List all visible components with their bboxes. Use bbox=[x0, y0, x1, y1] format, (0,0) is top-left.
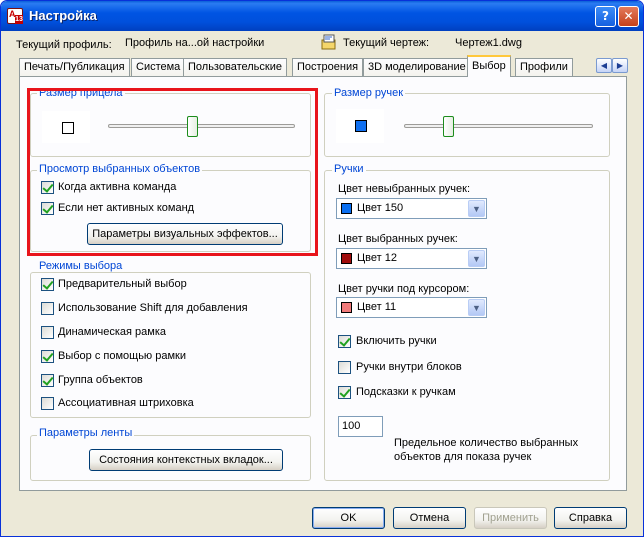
hover-grip-color-value: Цвет 11 bbox=[357, 301, 397, 313]
enable-grips-checkbox[interactable] bbox=[338, 335, 351, 348]
grip-object-limit-label-line2: объектов для показа ручек bbox=[394, 451, 532, 463]
associative-hatch-label: Ассоциативная штриховка bbox=[58, 397, 194, 409]
tab-print-publish[interactable]: Печать/Публикация bbox=[19, 58, 130, 76]
enable-grips-label: Включить ручки bbox=[356, 335, 437, 347]
window-title: Настройка bbox=[29, 8, 97, 23]
grips-in-blocks-checkbox[interactable] bbox=[338, 361, 351, 374]
dropdown-arrow-icon[interactable]: ▼ bbox=[468, 200, 485, 217]
dropdown-arrow-icon[interactable]: ▼ bbox=[468, 250, 485, 267]
contextual-tab-states-button[interactable]: Состояния контекстных вкладок... bbox=[89, 449, 283, 471]
grip-object-limit-input[interactable]: 100 bbox=[338, 416, 383, 437]
noun-verb-selection-label: Предварительный выбор bbox=[58, 278, 187, 290]
implied-windowing-label: Динамическая рамка bbox=[58, 326, 166, 338]
grip-size-slider-thumb[interactable] bbox=[443, 116, 455, 137]
selection-tab-panel: Размер прицела Просмотр выбранных объект… bbox=[19, 76, 627, 491]
selected-grip-color-value: Цвет 12 bbox=[357, 252, 397, 264]
selected-grip-color-dropdown[interactable]: Цвет 12 ▼ bbox=[336, 248, 487, 269]
color-swatch bbox=[341, 253, 352, 264]
hover-grip-color-dropdown[interactable]: Цвет 11 ▼ bbox=[336, 297, 487, 318]
selected-grip-color-label: Цвет выбранных ручек: bbox=[338, 233, 458, 245]
help-button[interactable]: ? bbox=[595, 6, 616, 27]
grip-preview bbox=[336, 109, 384, 143]
unselected-grip-color-dropdown[interactable]: Цвет 150 ▼ bbox=[336, 198, 487, 219]
shift-add-label: Использование Shift для добавления bbox=[58, 302, 248, 314]
title-bar[interactable]: A 13 Настройка ? ✕ bbox=[1, 1, 643, 31]
object-grouping-label: Группа объектов bbox=[58, 374, 143, 386]
autocad-app-icon: A 13 bbox=[7, 8, 23, 24]
shift-add-checkbox[interactable] bbox=[41, 302, 54, 315]
grip-size-title: Размер ручек bbox=[332, 87, 406, 99]
dropdown-arrow-icon[interactable]: ▼ bbox=[468, 299, 485, 316]
hover-grip-color-label: Цвет ручки под курсором: bbox=[338, 283, 470, 295]
apply-button[interactable]: Применить bbox=[474, 507, 547, 529]
grip-tips-label: Подсказки к ручкам bbox=[356, 386, 456, 398]
drawing-value: Чертеж1.dwg bbox=[455, 37, 522, 49]
help-footer-button[interactable]: Справка bbox=[554, 507, 627, 529]
grip-size-slider-track[interactable] bbox=[404, 124, 593, 128]
tab-profiles[interactable]: Профили bbox=[515, 58, 573, 76]
chevron-right-icon[interactable]: ▶ bbox=[612, 58, 628, 73]
ribbon-options-title: Параметры ленты bbox=[37, 427, 135, 439]
implied-windowing-checkbox[interactable] bbox=[41, 326, 54, 339]
grip-object-limit-label-line1: Предельное количество выбранных bbox=[394, 437, 579, 449]
associative-hatch-checkbox[interactable] bbox=[41, 397, 54, 410]
window-selection-label: Выбор с помощью рамки bbox=[58, 350, 186, 362]
grip-tips-checkbox[interactable] bbox=[338, 386, 351, 399]
color-swatch bbox=[341, 302, 352, 313]
unselected-grip-color-label: Цвет невыбранных ручек: bbox=[338, 183, 471, 195]
tab-user-preferences[interactable]: Пользовательские bbox=[183, 58, 287, 76]
drawing-icon bbox=[321, 34, 337, 50]
object-grouping-checkbox[interactable] bbox=[41, 374, 54, 387]
chevron-left-icon[interactable]: ◀ bbox=[596, 58, 612, 73]
profile-label: Текущий профиль: bbox=[16, 39, 112, 51]
selection-modes-title: Режимы выбора bbox=[37, 260, 125, 272]
cancel-button[interactable]: Отмена bbox=[393, 507, 466, 529]
color-swatch bbox=[341, 203, 352, 214]
highlight-frame bbox=[27, 88, 318, 256]
profile-value: Профиль на...ой настройки bbox=[125, 37, 265, 49]
noun-verb-selection-checkbox[interactable] bbox=[41, 278, 54, 291]
grips-in-blocks-label: Ручки внутри блоков bbox=[356, 361, 462, 373]
ok-button[interactable]: OK bbox=[312, 507, 385, 529]
window-selection-checkbox[interactable] bbox=[41, 350, 54, 363]
grips-title: Ручки bbox=[332, 163, 366, 175]
close-button[interactable]: ✕ bbox=[618, 6, 639, 27]
unselected-grip-color-value: Цвет 150 bbox=[357, 202, 404, 214]
options-dialog: A 13 Настройка ? ✕ Текущий профиль: Профи… bbox=[0, 0, 644, 537]
tab-selection[interactable]: Выбор bbox=[467, 55, 511, 77]
tab-drafting[interactable]: Построения bbox=[292, 58, 364, 76]
tab-system[interactable]: Система bbox=[131, 58, 186, 76]
tab-3d-modeling[interactable]: 3D моделирование bbox=[363, 58, 471, 76]
drawing-label: Текущий чертеж: bbox=[343, 37, 430, 49]
